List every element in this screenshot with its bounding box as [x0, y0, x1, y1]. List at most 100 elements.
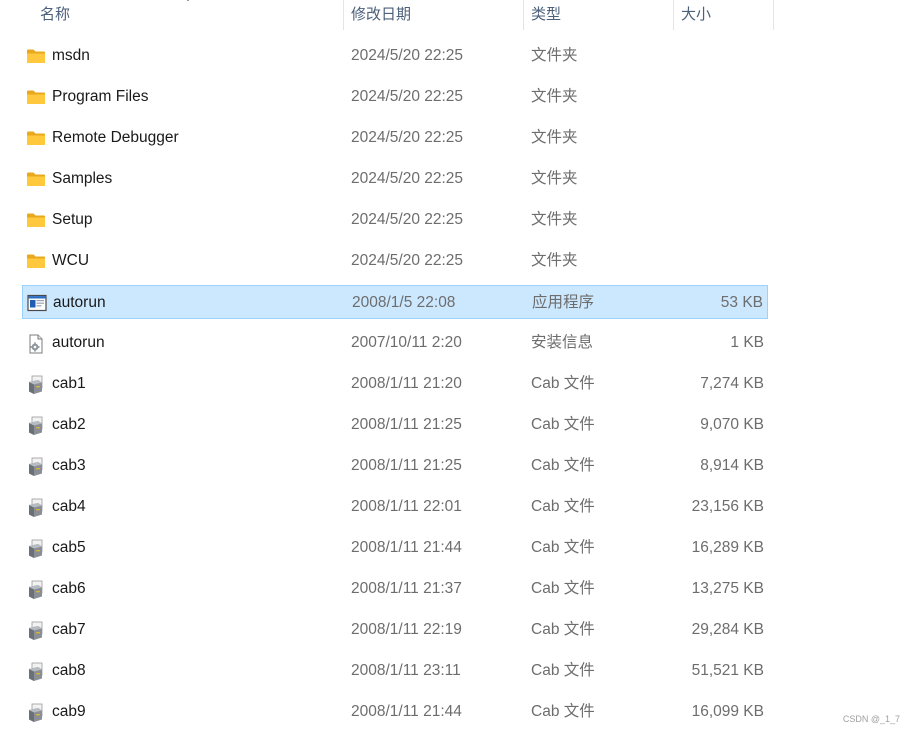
- file-type: 文件夹: [531, 211, 578, 228]
- file-date-modified: 2008/1/11 21:44: [351, 703, 462, 720]
- file-date-modified: 2024/5/20 22:25: [351, 170, 464, 187]
- folder-icon: [26, 170, 46, 188]
- cab-file-icon: [26, 539, 46, 558]
- file-row[interactable]: cab4 2008/1/11 22:01 Cab 文件 23,156 KB: [22, 490, 768, 524]
- file-size: 9,070 KB: [700, 416, 764, 433]
- folder-icon: [26, 252, 46, 270]
- file-row[interactable]: msdn 2024/5/20 22:25 文件夹: [22, 39, 768, 73]
- setup-info-icon: [26, 334, 46, 354]
- file-date-modified: 2008/1/11 21:25: [351, 457, 462, 474]
- file-date-modified: 2008/1/11 21:44: [351, 539, 462, 556]
- folder-icon: [26, 47, 46, 65]
- file-row[interactable]: cab8 2008/1/11 23:11 Cab 文件 51,521 KB: [22, 654, 768, 688]
- file-type: Cab 文件: [531, 580, 595, 597]
- cab-file-icon: [26, 621, 46, 640]
- file-type: Cab 文件: [531, 539, 595, 556]
- file-date-modified: 2024/5/20 22:25: [351, 129, 464, 146]
- file-date-modified: 2024/5/20 22:25: [351, 252, 464, 269]
- file-size: 16,289 KB: [691, 539, 764, 556]
- cab-file-icon: [26, 580, 46, 599]
- file-name: autorun: [52, 334, 105, 351]
- file-date-modified: 2008/1/11 22:19: [351, 621, 462, 638]
- file-row-selected[interactable]: autorun 2008/1/5 22:08 应用程序 53 KB: [22, 285, 768, 319]
- file-type: Cab 文件: [531, 621, 595, 638]
- cab-file-icon: [26, 703, 46, 722]
- file-type: 文件夹: [531, 129, 578, 146]
- file-name: cab3: [52, 457, 86, 474]
- file-type: Cab 文件: [531, 703, 595, 720]
- file-row[interactable]: cab9 2008/1/11 21:44 Cab 文件 16,099 KB: [22, 695, 768, 729]
- file-size: 7,274 KB: [700, 375, 764, 392]
- file-date-modified: 2008/1/11 21:37: [351, 580, 462, 597]
- file-type: 文件夹: [531, 47, 578, 64]
- file-row[interactable]: cab3 2008/1/11 21:25 Cab 文件 8,914 KB: [22, 449, 768, 483]
- file-date-modified: 2024/5/20 22:25: [351, 88, 464, 105]
- file-type: 文件夹: [531, 252, 578, 269]
- file-name: Program Files: [52, 88, 149, 105]
- file-type: Cab 文件: [531, 498, 595, 515]
- file-date-modified: 2024/5/20 22:25: [351, 47, 464, 64]
- file-row[interactable]: Samples 2024/5/20 22:25 文件夹: [22, 162, 768, 196]
- file-name: cab6: [52, 580, 86, 597]
- file-row[interactable]: autorun 2007/10/11 2:20 安装信息 1 KB: [22, 326, 768, 360]
- file-size: 16,099 KB: [691, 703, 764, 720]
- file-row[interactable]: cab1 2008/1/11 21:20 Cab 文件 7,274 KB: [22, 367, 768, 401]
- file-row[interactable]: Remote Debugger 2024/5/20 22:25 文件夹: [22, 121, 768, 155]
- column-divider[interactable]: [673, 0, 674, 30]
- file-name: cab8: [52, 662, 86, 679]
- file-date-modified: 2008/1/11 23:11: [351, 662, 461, 679]
- folder-icon: [26, 88, 46, 106]
- file-row[interactable]: cab2 2008/1/11 21:25 Cab 文件 9,070 KB: [22, 408, 768, 442]
- file-size: 51,521 KB: [691, 662, 764, 679]
- file-row[interactable]: Setup 2024/5/20 22:25 文件夹: [22, 203, 768, 237]
- file-name: msdn: [52, 47, 90, 64]
- column-header-name[interactable]: 名称: [40, 0, 70, 30]
- file-size: 29,284 KB: [691, 621, 764, 638]
- column-divider[interactable]: [523, 0, 524, 30]
- folder-icon: [26, 129, 46, 147]
- file-row[interactable]: Program Files 2024/5/20 22:25 文件夹: [22, 80, 768, 114]
- file-type: Cab 文件: [531, 416, 595, 433]
- file-name: cab9: [52, 703, 86, 720]
- file-row[interactable]: cab6 2008/1/11 21:37 Cab 文件 13,275 KB: [22, 572, 768, 606]
- cab-file-icon: [26, 662, 46, 681]
- folder-icon: [26, 211, 46, 229]
- file-date-modified: 2008/1/11 22:01: [351, 498, 462, 515]
- file-row[interactable]: cab5 2008/1/11 21:44 Cab 文件 16,289 KB: [22, 531, 768, 565]
- file-type: 应用程序: [532, 294, 595, 311]
- column-divider[interactable]: [343, 0, 344, 30]
- file-name: autorun: [53, 294, 106, 311]
- watermark: CSDN @_1_7: [842, 714, 900, 724]
- cab-file-icon: [26, 375, 46, 394]
- file-name: cab2: [52, 416, 86, 433]
- file-name: Setup: [52, 211, 93, 228]
- file-size: 1 KB: [730, 334, 764, 351]
- file-date-modified: 2024/5/20 22:25: [351, 211, 464, 228]
- sort-chevron-icon[interactable]: ⌄: [183, 0, 195, 3]
- file-name: Samples: [52, 170, 113, 187]
- column-header-size[interactable]: 大小: [681, 0, 711, 30]
- file-row[interactable]: WCU 2024/5/20 22:25 文件夹: [22, 244, 768, 278]
- file-date-modified: 2008/1/5 22:08: [352, 294, 456, 311]
- file-row[interactable]: cab7 2008/1/11 22:19 Cab 文件 29,284 KB: [22, 613, 768, 647]
- file-name: cab7: [52, 621, 86, 638]
- column-divider[interactable]: [773, 0, 774, 30]
- cab-file-icon: [26, 416, 46, 435]
- file-size: 53 KB: [720, 294, 763, 311]
- file-size: 23,156 KB: [691, 498, 764, 515]
- file-type: 安装信息: [531, 334, 594, 351]
- file-name: Remote Debugger: [52, 129, 179, 146]
- file-type: Cab 文件: [531, 375, 595, 392]
- file-name: cab4: [52, 498, 86, 515]
- file-name: WCU: [52, 252, 90, 269]
- column-header-type[interactable]: 类型: [531, 0, 561, 30]
- file-size: 13,275 KB: [691, 580, 764, 597]
- column-header-bar: ⌄ 名称 修改日期 类型 大小: [0, 0, 775, 30]
- file-type: Cab 文件: [531, 662, 595, 679]
- cab-file-icon: [26, 498, 46, 517]
- column-header-date[interactable]: 修改日期: [351, 0, 411, 30]
- file-type: 文件夹: [531, 88, 578, 105]
- file-date-modified: 2008/1/11 21:25: [351, 416, 462, 433]
- file-date-modified: 2007/10/11 2:20: [351, 334, 462, 351]
- file-name: cab5: [52, 539, 86, 556]
